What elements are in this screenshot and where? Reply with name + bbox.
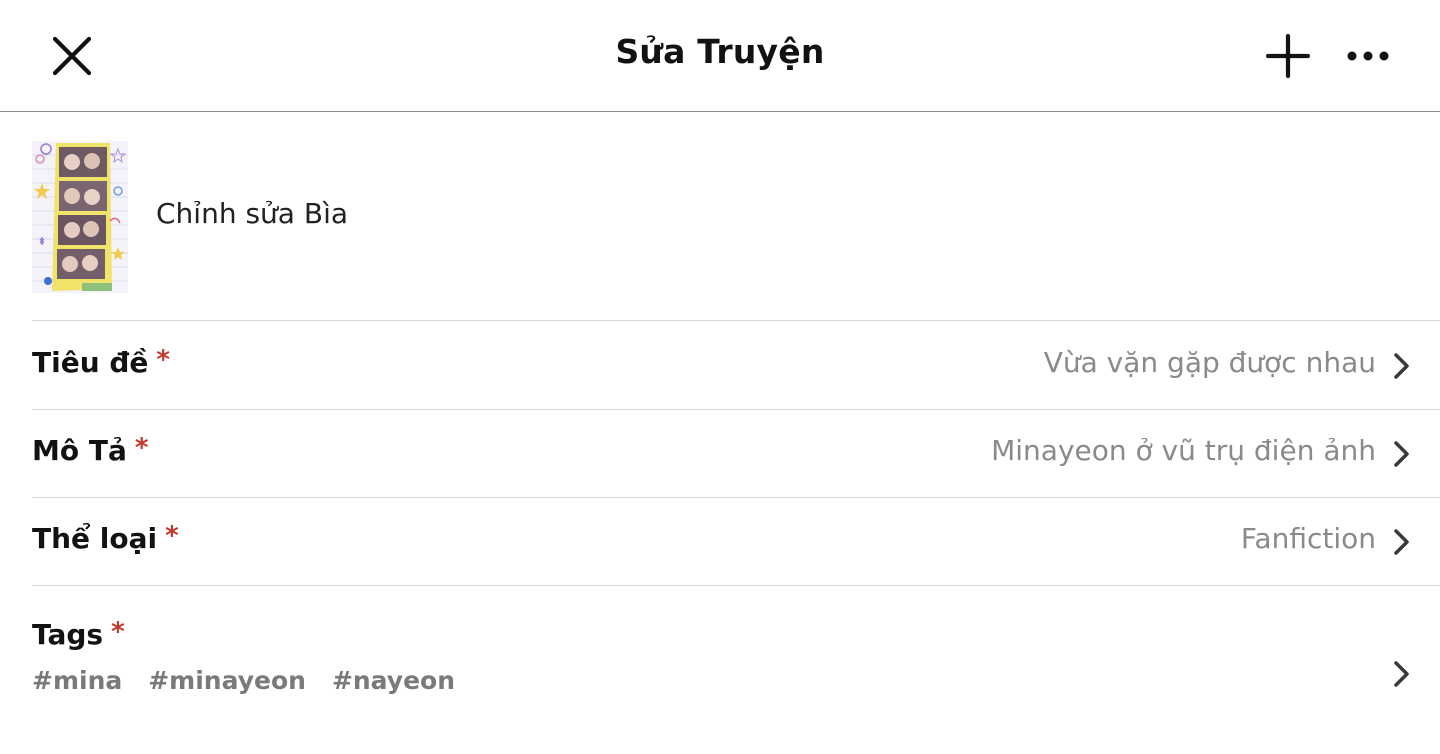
title-label: Tiêu đề * (32, 345, 171, 379)
required-mark: * (111, 617, 125, 647)
plus-icon (1265, 33, 1311, 79)
title-label-text: Tiêu đề (32, 346, 149, 379)
tag-item[interactable]: #minayeon (148, 666, 306, 695)
more-options-button[interactable] (1340, 28, 1396, 84)
chevron-right-icon (1394, 353, 1409, 379)
edit-cover-row[interactable]: Chỉnh sửa Bìa (32, 113, 1440, 321)
chevron-right-icon (1394, 529, 1409, 555)
required-mark: * (156, 345, 171, 375)
description-value: Minayeon ở vũ trụ điện ảnh (991, 434, 1376, 467)
title-value: Vừa vặn gặp được nhau (1043, 346, 1376, 379)
chevron-right-icon (1394, 441, 1409, 467)
tags-label: Tags * (32, 617, 125, 651)
description-row[interactable]: Mô Tả * Minayeon ở vũ trụ điện ảnh (32, 410, 1440, 498)
more-horizontal-icon (1347, 51, 1389, 61)
title-row[interactable]: Tiêu đề * Vừa vặn gặp được nhau (32, 322, 1440, 410)
edit-story-sheet: Sửa Truyện Chỉnh sửa Bìa Tiêu đề * Vừa v… (0, 0, 1440, 754)
description-label: Mô Tả * (32, 433, 149, 467)
tag-list: #mina #minayeon #nayeon (32, 666, 455, 695)
photo-strip-cover-image (32, 141, 128, 293)
header-bar: Sửa Truyện (0, 0, 1440, 112)
genre-label: Thể loại * (32, 521, 179, 555)
required-mark: * (134, 433, 149, 463)
add-button[interactable] (1260, 28, 1316, 84)
edit-cover-label: Chỉnh sửa Bìa (156, 197, 349, 230)
page-title: Sửa Truyện (615, 32, 825, 71)
cover-thumbnail[interactable] (32, 141, 128, 293)
tags-row[interactable]: Tags * #mina #minayeon #nayeon (32, 586, 1440, 754)
chevron-right-icon (1394, 661, 1409, 687)
genre-value: Fanfiction (1240, 522, 1376, 555)
tag-item[interactable]: #nayeon (332, 666, 455, 695)
genre-label-text: Thể loại (32, 522, 158, 555)
tag-item[interactable]: #mina (32, 666, 122, 695)
required-mark: * (165, 521, 179, 551)
genre-row[interactable]: Thể loại * Fanfiction (32, 498, 1440, 586)
tags-label-text: Tags (32, 618, 104, 651)
description-label-text: Mô Tả (32, 434, 127, 467)
